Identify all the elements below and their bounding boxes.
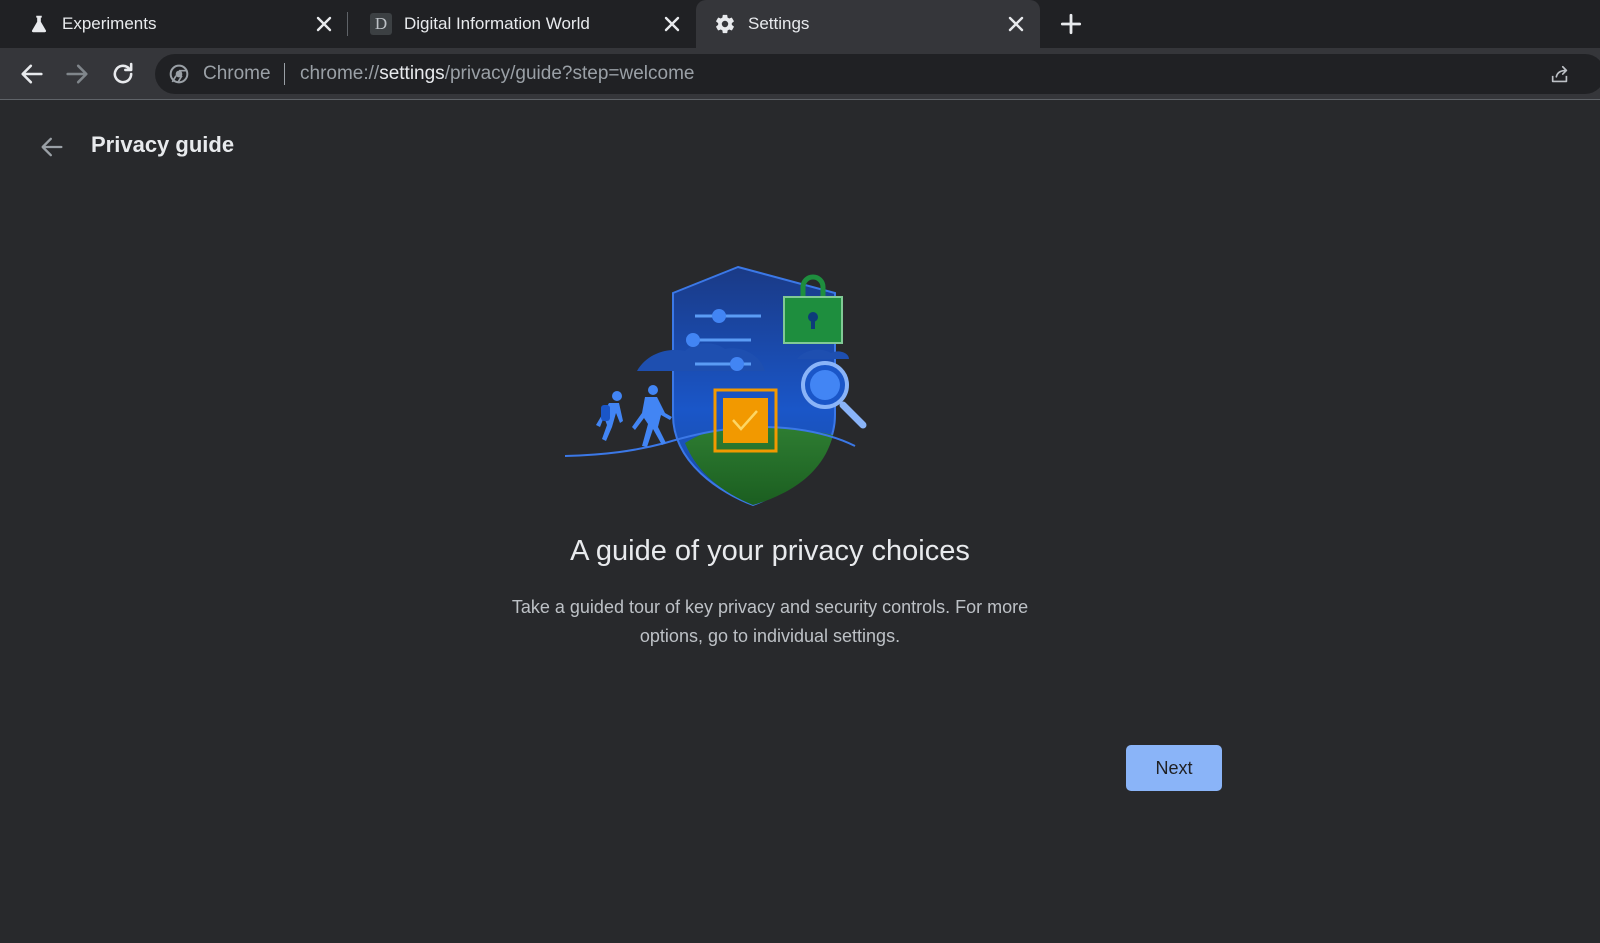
- next-button[interactable]: Next: [1126, 745, 1222, 791]
- chrome-icon: [169, 64, 189, 84]
- walking-people-icon: [596, 385, 672, 447]
- page-title: Privacy guide: [91, 132, 235, 157]
- reload-icon[interactable]: [109, 60, 137, 88]
- forward-arrow-icon[interactable]: [63, 60, 91, 88]
- tab-label: Digital Information World: [404, 14, 590, 33]
- welcome-description: Take a guided tour of key privacy and se…: [511, 597, 1029, 646]
- flask-icon: [31, 15, 47, 33]
- url-scheme: chrome://: [300, 63, 380, 84]
- close-icon[interactable]: [312, 12, 336, 36]
- close-icon[interactable]: [1004, 12, 1028, 36]
- close-icon[interactable]: [660, 12, 684, 36]
- tab-label: Experiments: [62, 14, 157, 33]
- url-text[interactable]: chrome://settings/privacy/guide?step=wel…: [300, 63, 694, 85]
- tab-digital-information-world[interactable]: D Digital Information World: [348, 0, 696, 48]
- settings-page: Privacy guide A guide of your privacy ch…: [0, 101, 1600, 943]
- new-tab-plus-icon[interactable]: [1058, 11, 1084, 37]
- share-icon[interactable]: [1547, 64, 1573, 86]
- back-arrow-icon[interactable]: [38, 133, 66, 161]
- back-arrow-icon[interactable]: [18, 60, 46, 88]
- address-bar[interactable]: Chrome chrome://settings/privacy/guide?s…: [155, 54, 1600, 94]
- omnibox-divider: [284, 63, 285, 85]
- site-chip-label: Chrome: [203, 63, 271, 84]
- welcome-headline: A guide of your privacy choices: [570, 535, 970, 567]
- url-host: settings: [379, 63, 445, 84]
- checkbox-icon: [723, 398, 768, 443]
- gear-icon: [716, 14, 734, 34]
- tab-strip: Experiments D Digital Information World …: [0, 0, 1600, 48]
- toolbar: Chrome chrome://settings/privacy/guide?s…: [0, 48, 1600, 100]
- privacy-guide-illustration: [565, 265, 867, 507]
- tab-label: Settings: [748, 14, 810, 33]
- site-favicon-icon: D: [370, 13, 392, 35]
- tab-settings[interactable]: Settings: [696, 0, 1040, 48]
- url-path: /privacy/guide?step=welcome: [444, 63, 695, 84]
- tab-experiments[interactable]: Experiments: [0, 0, 348, 48]
